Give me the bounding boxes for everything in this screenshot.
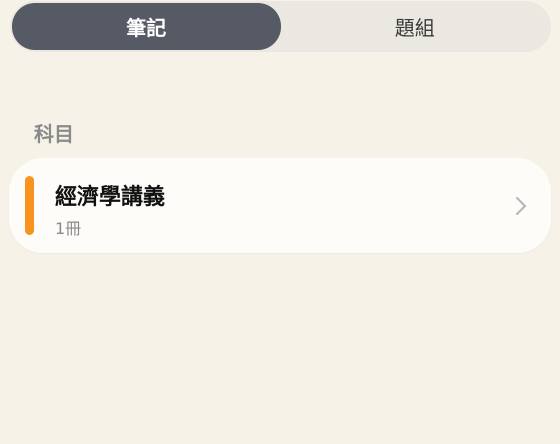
segmented-control: 筆記 題組 (10, 1, 551, 52)
subject-card[interactable]: 經濟學講義 1冊 (9, 158, 551, 253)
section-title-subjects: 科目 (34, 122, 74, 146)
tab-notes[interactable]: 筆記 (12, 3, 281, 50)
subject-count: 1冊 (55, 219, 82, 238)
chevron-right-icon (515, 196, 527, 216)
tab-question-sets[interactable]: 題組 (281, 3, 550, 50)
subject-color-bar (25, 176, 34, 235)
subject-title: 經濟學講義 (55, 185, 166, 210)
